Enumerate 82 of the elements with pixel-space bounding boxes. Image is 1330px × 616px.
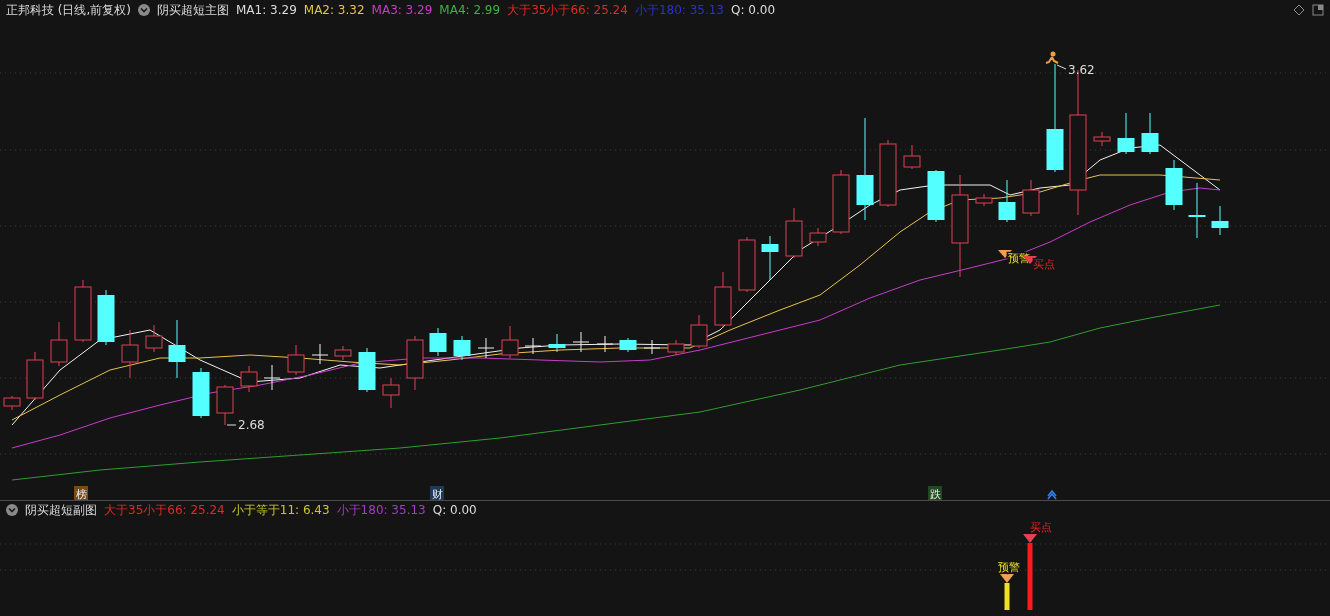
- candlestick: [1141, 112, 1159, 155]
- dropdown-icon[interactable]: [6, 504, 18, 516]
- candlestick: [453, 335, 471, 361]
- candlestick: [690, 314, 708, 349]
- indicator-name: 阴买超短主图: [157, 1, 229, 19]
- candlestick: [998, 179, 1016, 223]
- event-marker-label: 榜: [75, 488, 87, 500]
- high-price-label: 3.62: [1068, 63, 1095, 77]
- indicator-reading: 大于35小于66: 25.24: [104, 501, 225, 519]
- candlestick: [1093, 131, 1111, 147]
- dropdown-icon[interactable]: [138, 4, 150, 16]
- candlestick: [263, 364, 281, 391]
- signal-bar: [1027, 543, 1033, 610]
- candlestick: [501, 325, 519, 359]
- candlestick: [311, 343, 329, 365]
- candlestick: [619, 337, 637, 353]
- indicator-reading: 大于35小于66: 25.24: [507, 1, 628, 19]
- indicator-reading: 小于180: 35.13: [336, 501, 426, 519]
- candlestick: [903, 144, 921, 170]
- signal-label: 买点: [1033, 258, 1055, 271]
- candlestick: [121, 329, 139, 379]
- candlestick: [1022, 179, 1040, 217]
- diamond-icon[interactable]: [1293, 4, 1305, 16]
- signal-label: 预警: [998, 561, 1020, 574]
- candlestick: [216, 384, 234, 426]
- candlestick: [240, 365, 258, 393]
- candlestick: [168, 319, 186, 379]
- gem-icon: [1023, 534, 1037, 543]
- candlestick: [334, 345, 352, 361]
- indicator-reading: MA3: 3.29: [371, 3, 433, 17]
- signal-bar: [1004, 583, 1010, 610]
- candlestick: [572, 331, 590, 353]
- candlestick: [809, 227, 827, 247]
- candlestick: [1211, 205, 1229, 236]
- candlestick: [738, 236, 756, 293]
- candlestick: [1188, 182, 1206, 239]
- indicator-reading: MA2: 3.32: [303, 3, 365, 17]
- event-marker-label: 跌: [929, 488, 941, 500]
- candlestick: [927, 169, 945, 223]
- candlestick: [382, 377, 400, 409]
- indicator-name: 阴买超短副图: [25, 501, 97, 519]
- window-icon[interactable]: [1312, 4, 1324, 16]
- candlestick: [714, 271, 732, 329]
- candlestick: [429, 327, 447, 357]
- indicator-reading: MA4: 2.99: [439, 3, 501, 17]
- candlestick: [879, 139, 897, 208]
- candlestick: [832, 169, 850, 235]
- up-arrow-icon: [1047, 489, 1057, 500]
- candlestick: [358, 347, 376, 393]
- gem-icon: [1000, 574, 1014, 583]
- indicator-reading: Q: 0.00: [432, 503, 477, 517]
- candlestick: [406, 335, 424, 391]
- candlestick: [192, 367, 210, 419]
- candlestick: [3, 395, 21, 411]
- leader-line: [226, 424, 237, 426]
- candlestick: [287, 344, 305, 376]
- candlestick: [524, 337, 542, 355]
- runner-icon: [1045, 51, 1059, 64]
- indicator-reading: 小于等于11: 6.43: [231, 501, 330, 519]
- candlestick: [26, 351, 44, 401]
- signal-label: 买点: [1030, 521, 1052, 534]
- low-price-label: 2.68: [238, 418, 265, 432]
- candlestick: [97, 289, 115, 346]
- candlestick: [1117, 112, 1135, 155]
- indicator-reading: MA1: 3.29: [236, 3, 297, 17]
- candlestick: [50, 321, 68, 367]
- candlestick: [596, 335, 614, 353]
- candlestick: [548, 333, 566, 353]
- leader-line: [1056, 64, 1067, 70]
- candlestick: [643, 339, 661, 355]
- candlestick: [667, 339, 685, 356]
- candlestick: [785, 207, 803, 259]
- candlestick: [74, 279, 92, 343]
- stock-title: 正邦科技 (日线,前复权): [6, 1, 131, 19]
- candlestick: [145, 324, 163, 353]
- indicator-reading: Q: 0.00: [731, 3, 776, 17]
- event-marker-label: 财: [431, 488, 443, 500]
- candlestick: [477, 337, 495, 359]
- indicator-reading: 小于180: 35.13: [634, 1, 724, 19]
- candlestick: [975, 193, 993, 207]
- candlestick: [1165, 159, 1183, 211]
- candlestick: [761, 235, 779, 281]
